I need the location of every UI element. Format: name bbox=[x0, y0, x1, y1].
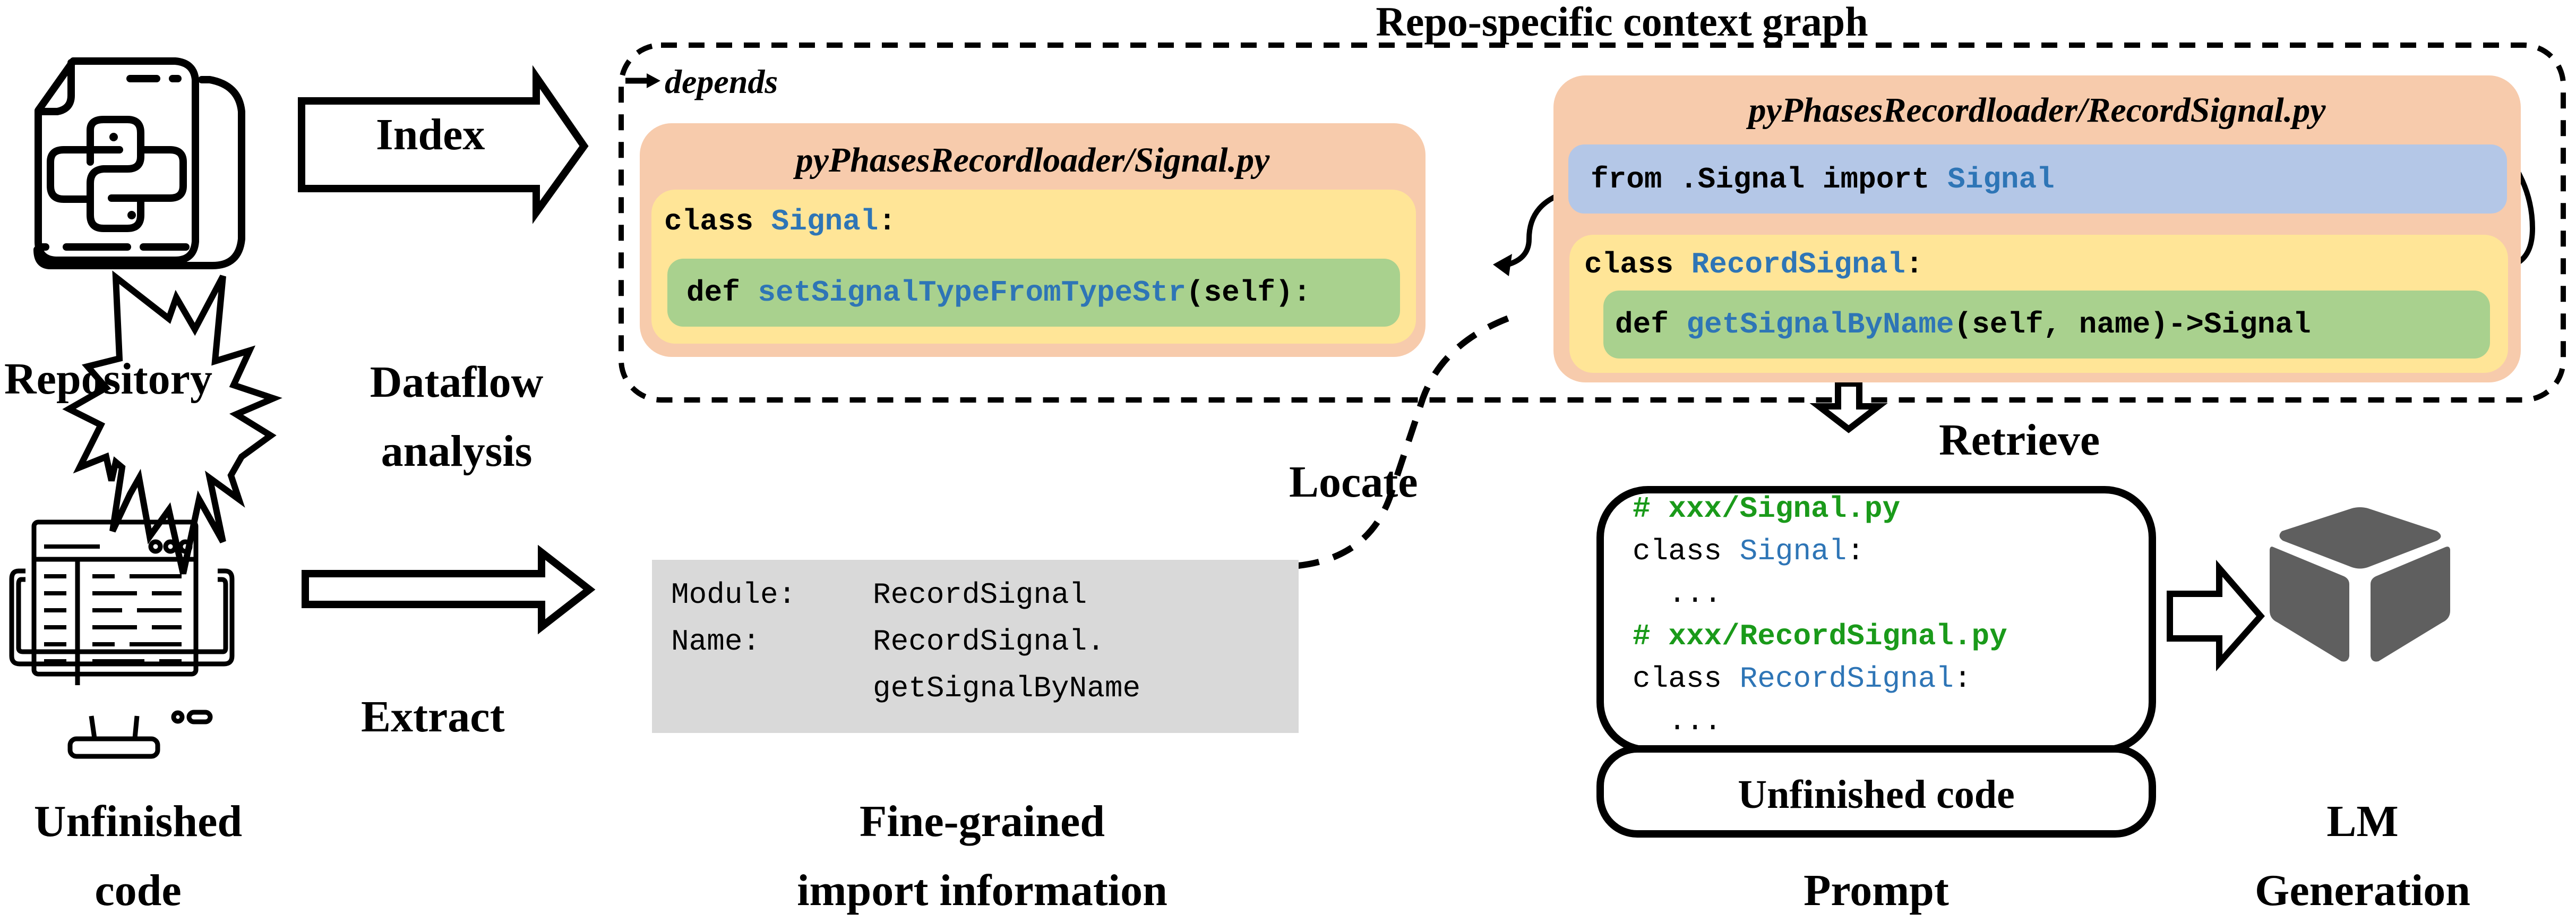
retrieve-label: Retrieve bbox=[1939, 415, 2100, 465]
code-comment: # xxx/Signal.py bbox=[1633, 492, 1901, 526]
keyword: def bbox=[686, 276, 758, 310]
punct: : bbox=[1847, 534, 1865, 568]
punct: : bbox=[1905, 248, 1924, 282]
recordsignal-def-line: def getSignalByName(self, name)->Signal bbox=[1615, 310, 2311, 339]
lm-caption-line1: LM bbox=[2326, 797, 2399, 846]
imported-name: Signal bbox=[1947, 163, 2055, 197]
extract-label: Extract bbox=[361, 692, 505, 741]
python-file-icon bbox=[33, 57, 245, 269]
monitor-code-icon bbox=[9, 519, 235, 759]
legend-depends-label: depends bbox=[665, 63, 778, 100]
extract-arrow-icon bbox=[302, 544, 596, 635]
keyword: class bbox=[664, 204, 771, 238]
signal-file-title: pyPhasesRecordloader/Signal.py bbox=[795, 141, 1270, 180]
recordsignal-file-title: pyPhasesRecordloader/RecordSignal.py bbox=[1748, 91, 2326, 130]
repository-label: Repository bbox=[4, 354, 212, 404]
name-key: Name: bbox=[671, 625, 761, 659]
keyword: class bbox=[1633, 662, 1740, 696]
class-name: Signal bbox=[1739, 534, 1847, 568]
unfinished-code-label-line2: code bbox=[95, 866, 182, 915]
import-info-caption-line2: import information bbox=[797, 866, 1167, 915]
prompt-unfinished-code: Unfinished code bbox=[1738, 772, 2015, 817]
arrowhead-icon bbox=[1493, 254, 1512, 276]
function-name: setSignalTypeFromTypeStr bbox=[758, 276, 1186, 310]
prompt-code-line: # xxx/RecordSignal.py bbox=[1633, 621, 2007, 651]
ellipsis: ... bbox=[1633, 577, 1722, 611]
generate-arrow-icon bbox=[2167, 559, 2265, 671]
signal-func-box: def setSignalTypeFromTypeStr(self): bbox=[667, 259, 1400, 327]
name-value-line2: getSignalByName bbox=[873, 671, 1141, 705]
keyword: class bbox=[1633, 534, 1740, 568]
signal-file-node: pyPhasesRecordloader/Signal.py class Sig… bbox=[640, 123, 1426, 357]
function-name: getSignalByName bbox=[1686, 308, 1954, 342]
recordsignal-class-line: class RecordSignal: bbox=[1584, 250, 1924, 279]
class-name: RecordSignal bbox=[1691, 248, 1905, 282]
prompt-code-line: ... bbox=[1633, 579, 1722, 609]
recordsignal-class-box: class RecordSignal: def getSignalByName(… bbox=[1569, 235, 2508, 373]
depends-arrow-icon bbox=[625, 73, 660, 88]
class-name: Signal bbox=[771, 204, 879, 238]
import-info-caption-line1: Fine-grained bbox=[860, 797, 1105, 846]
lm-cube-icon bbox=[2270, 507, 2450, 662]
ellipsis: ... bbox=[1633, 704, 1722, 738]
recordsignal-func-box: def getSignalByName(self, name)->Signal bbox=[1603, 291, 2490, 359]
recordsignal-file-node: pyPhasesRecordloader/RecordSignal.py fro… bbox=[1553, 75, 2521, 382]
graph-title: Repo-specific context graph bbox=[1376, 0, 1868, 45]
signal-def-line: def setSignalTypeFromTypeStr(self): bbox=[686, 278, 1311, 308]
signal-class-line: class Signal: bbox=[664, 207, 896, 236]
locate-label: Locate bbox=[1289, 457, 1418, 507]
module-key: Module: bbox=[671, 578, 796, 612]
monitor-code-lines bbox=[44, 544, 182, 663]
dataflow-label-line1: Dataflow bbox=[370, 357, 544, 407]
index-label: Index bbox=[376, 110, 485, 159]
dataflow-starburst-icon bbox=[62, 270, 282, 575]
import-line: from .Signal import Signal bbox=[1591, 165, 2055, 194]
prompt-code-line: class Signal: bbox=[1633, 536, 1865, 566]
prompt-caption: Prompt bbox=[1804, 866, 1949, 915]
prompt-code-line: # xxx/Signal.py bbox=[1633, 494, 1900, 524]
dataflow-label-line2: analysis bbox=[381, 427, 533, 476]
prompt-code-line: ... bbox=[1633, 706, 1722, 736]
keyword: class bbox=[1584, 248, 1691, 282]
import-box: from .Signal import Signal bbox=[1568, 144, 2507, 214]
retrieve-arrow-icon bbox=[1809, 380, 1888, 433]
class-name: RecordSignal bbox=[1739, 662, 1954, 696]
params: (self): bbox=[1186, 276, 1311, 310]
keyword: def bbox=[1615, 308, 1687, 342]
punct: : bbox=[878, 204, 896, 238]
python-eye-dot bbox=[127, 211, 136, 219]
punct: : bbox=[1953, 662, 1972, 696]
code-comment: # xxx/RecordSignal.py bbox=[1633, 619, 2007, 653]
import-statement: from .Signal import bbox=[1591, 163, 1948, 197]
lm-caption-line2: Generation bbox=[2255, 866, 2470, 915]
name-value-line1: RecordSignal. bbox=[873, 625, 1105, 659]
unfinished-code-label-line1: Unfinished bbox=[33, 797, 243, 846]
import-info-box: Module: RecordSignal Name: RecordSignal.… bbox=[652, 560, 1299, 733]
python-eye-dot bbox=[109, 133, 118, 141]
module-value: RecordSignal bbox=[873, 578, 1087, 612]
params: (self, name)->Signal bbox=[1954, 308, 2311, 342]
prompt-code-line: class RecordSignal: bbox=[1633, 664, 1972, 694]
signal-class-box: class Signal: def setSignalTypeFromTypeS… bbox=[651, 190, 1416, 344]
